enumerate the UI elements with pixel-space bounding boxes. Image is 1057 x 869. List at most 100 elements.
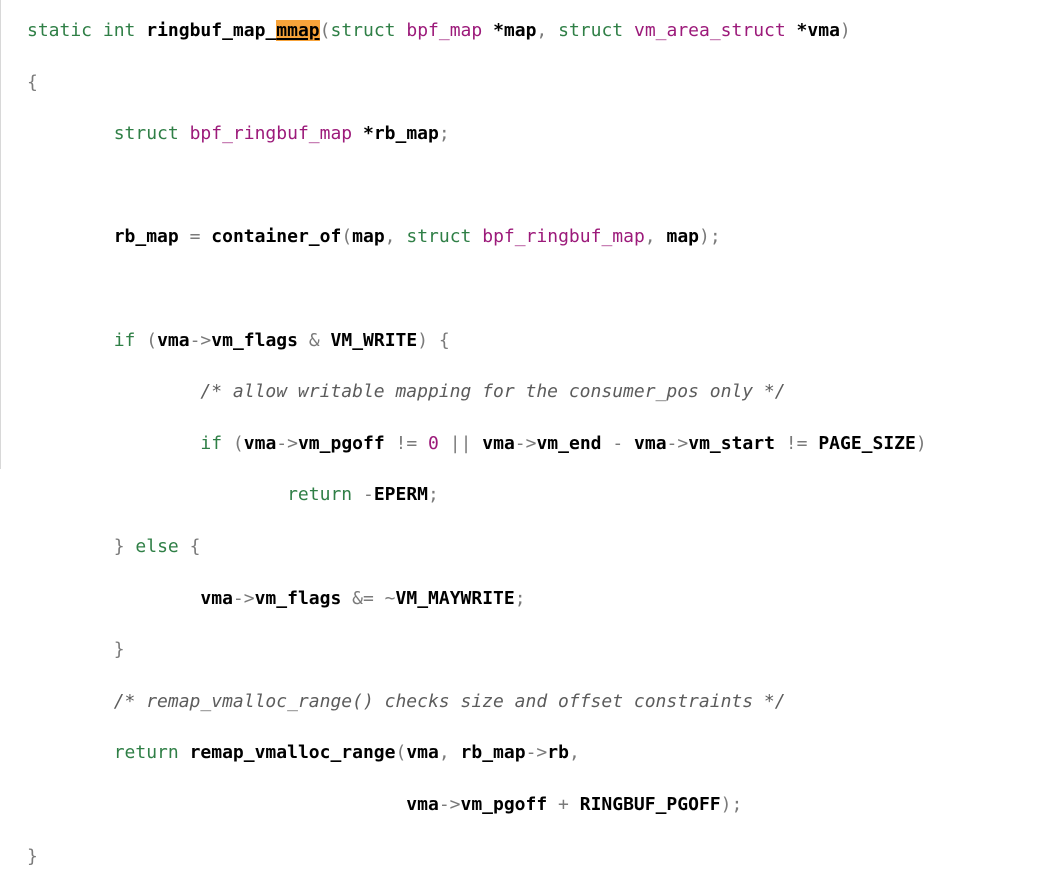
keyword-else: else — [135, 536, 178, 557]
paren-close: ) — [721, 794, 732, 815]
code-line-9: if (vma->vm_pgoff != 0 || vma->vm_end - … — [27, 431, 927, 457]
type-bpf-ringbuf-map: bpf_ringbuf_map — [482, 226, 645, 247]
call-remap-vmalloc-range: remap_vmalloc_range — [190, 742, 396, 763]
andeq-op: &= — [352, 588, 374, 609]
code-editor[interactable]: static int ringbuf_map_mmap(struct bpf_m… — [0, 0, 1057, 469]
code-line-10: return -EPERM; — [27, 482, 927, 508]
search-highlight: mmap — [276, 20, 319, 41]
assign-op: = — [190, 226, 201, 247]
minus-op: - — [612, 433, 623, 454]
brace-open: { — [439, 330, 450, 351]
comma: , — [536, 20, 547, 41]
comma: , — [569, 742, 580, 763]
code-block[interactable]: static int ringbuf_map_mmap(struct bpf_m… — [27, 18, 927, 869]
pointer-star: * — [797, 20, 808, 41]
var-vma: vma — [244, 433, 277, 454]
keyword-struct: struct — [114, 123, 179, 144]
arg-map: map — [352, 226, 385, 247]
keyword-int: int — [103, 20, 136, 41]
comma: , — [645, 226, 656, 247]
paren-close: ) — [840, 20, 851, 41]
keyword-return: return — [114, 742, 179, 763]
code-line-7: if (vma->vm_flags & VM_WRITE) { — [27, 328, 927, 354]
const-eperm: EPERM — [374, 484, 428, 505]
paren-open: ( — [320, 20, 331, 41]
type-bpf-map: bpf_map — [406, 20, 482, 41]
minus-op: - — [363, 484, 374, 505]
param-map: map — [504, 20, 537, 41]
tilde-op: ~ — [385, 588, 396, 609]
keyword-if: if — [114, 330, 136, 351]
keyword-struct: struct — [558, 20, 623, 41]
or-op: || — [450, 433, 472, 454]
code-line-2: { — [27, 70, 927, 96]
comma: , — [385, 226, 396, 247]
var-rb-map: rb_map — [374, 123, 439, 144]
code-line-13: } — [27, 637, 927, 663]
paren-open: ( — [341, 226, 352, 247]
keyword-return: return — [287, 484, 352, 505]
arg-vma: vma — [406, 742, 439, 763]
field-rb: rb — [547, 742, 569, 763]
paren-close: ) — [417, 330, 428, 351]
paren-close: ) — [916, 433, 927, 454]
keyword-struct: struct — [406, 226, 471, 247]
arrow-op: -> — [667, 433, 689, 454]
keyword-if: if — [200, 433, 222, 454]
neq-op: != — [786, 433, 808, 454]
const-page-size: PAGE_SIZE — [818, 433, 916, 454]
brace-close: } — [114, 536, 125, 557]
type-bpf-ringbuf-map: bpf_ringbuf_map — [190, 123, 353, 144]
code-line-4 — [27, 173, 927, 199]
semicolon: ; — [439, 123, 450, 144]
comma: , — [439, 742, 450, 763]
semicolon: ; — [710, 226, 721, 247]
neq-op: != — [396, 433, 418, 454]
brace-close: } — [27, 846, 38, 867]
code-line-14: /* remap_vmalloc_range() checks size and… — [27, 689, 927, 715]
code-line-6 — [27, 276, 927, 302]
var-rb-map: rb_map — [114, 226, 179, 247]
var-vma: vma — [482, 433, 515, 454]
code-line-16: vma->vm_pgoff + RINGBUF_PGOFF); — [27, 792, 927, 818]
arrow-op: -> — [515, 433, 537, 454]
paren-open: ( — [146, 330, 157, 351]
pointer-star: * — [493, 20, 504, 41]
const-ringbuf-pgoff: RINGBUF_PGOFF — [580, 794, 721, 815]
field-vm-pgoff: vm_pgoff — [298, 433, 385, 454]
pointer-star: * — [363, 123, 374, 144]
arrow-op: -> — [439, 794, 461, 815]
paren-close: ) — [699, 226, 710, 247]
code-line-3: struct bpf_ringbuf_map *rb_map; — [27, 121, 927, 147]
code-line-5: rb_map = container_of(map, struct bpf_ri… — [27, 224, 927, 250]
arrow-op: -> — [276, 433, 298, 454]
keyword-static: static — [27, 20, 92, 41]
param-vma: vma — [807, 20, 840, 41]
keyword-struct: struct — [330, 20, 395, 41]
code-line-15: return remap_vmalloc_range(vma, rb_map->… — [27, 740, 927, 766]
call-container-of: container_of — [211, 226, 341, 247]
const-vm-maywrite: VM_MAYWRITE — [396, 588, 515, 609]
arrow-op: -> — [526, 742, 548, 763]
bitand-op: & — [309, 330, 320, 351]
field-vm-end: vm_end — [536, 433, 601, 454]
var-vma: vma — [157, 330, 190, 351]
field-vm-flags: vm_flags — [211, 330, 298, 351]
code-line-11: } else { — [27, 534, 927, 560]
paren-open: ( — [395, 742, 406, 763]
const-vm-write: VM_WRITE — [331, 330, 418, 351]
var-vma: vma — [200, 588, 233, 609]
semicolon: ; — [515, 588, 526, 609]
var-vma: vma — [406, 794, 439, 815]
number-literal: 0 — [428, 433, 439, 454]
brace-open: { — [27, 72, 38, 93]
function-name: ringbuf_map_ — [146, 20, 276, 41]
field-vm-start: vm_start — [688, 433, 775, 454]
var-vma: vma — [634, 433, 667, 454]
code-line-12: vma->vm_flags &= ~VM_MAYWRITE; — [27, 586, 927, 612]
comment: /* remap_vmalloc_range() checks size and… — [114, 691, 786, 712]
code-line-17: } — [27, 844, 927, 869]
comment: /* allow writable mapping for the consum… — [200, 381, 785, 402]
arrow-op: -> — [233, 588, 255, 609]
code-line-1: static int ringbuf_map_mmap(struct bpf_m… — [27, 18, 927, 44]
